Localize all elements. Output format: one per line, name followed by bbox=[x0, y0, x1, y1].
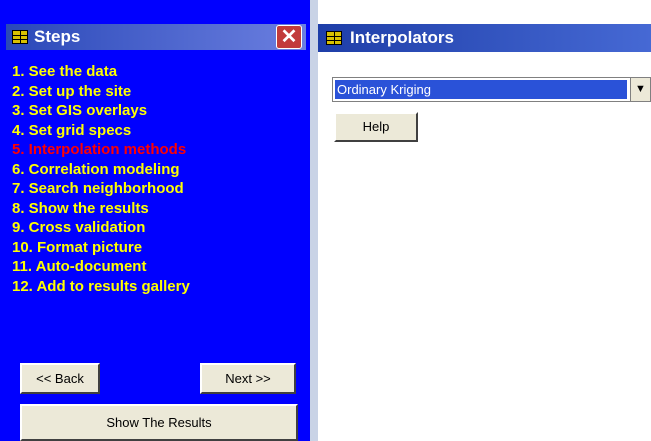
step-item[interactable]: 10. Format picture bbox=[12, 239, 190, 259]
show-results-button[interactable]: Show The Results bbox=[20, 404, 298, 441]
grid-icon bbox=[326, 31, 342, 45]
step-item[interactable]: 7. Search neighborhood bbox=[12, 180, 190, 200]
step-item[interactable]: 6. Correlation modeling bbox=[12, 161, 190, 181]
interpolator-select[interactable]: Ordinary Kriging ▼ bbox=[332, 77, 651, 102]
back-button[interactable]: << Back bbox=[20, 363, 100, 394]
interpolators-title-bar: Interpolators bbox=[318, 24, 651, 52]
chevron-down-icon[interactable]: ▼ bbox=[630, 78, 650, 101]
step-item[interactable]: 2. Set up the site bbox=[12, 83, 190, 103]
panel-divider[interactable] bbox=[310, 0, 318, 441]
steps-title: Steps bbox=[34, 27, 81, 46]
next-button[interactable]: Next >> bbox=[200, 363, 296, 394]
steps-panel: Steps ✕ 1. See the data 2. Set up the si… bbox=[0, 0, 310, 441]
step-item[interactable]: 1. See the data bbox=[12, 63, 190, 83]
step-item[interactable]: 11. Auto-document bbox=[12, 258, 190, 278]
step-item[interactable]: 8. Show the results bbox=[12, 200, 190, 220]
close-button[interactable]: ✕ bbox=[276, 25, 302, 49]
step-item[interactable]: 9. Cross validation bbox=[12, 219, 190, 239]
interpolator-select-value[interactable]: Ordinary Kriging bbox=[335, 80, 627, 99]
grid-icon bbox=[12, 30, 28, 44]
steps-title-bar: Steps ✕ bbox=[6, 24, 306, 50]
interpolators-title: Interpolators bbox=[350, 28, 454, 47]
step-item[interactable]: 5. Interpolation methods bbox=[12, 141, 190, 161]
step-item[interactable]: 4. Set grid specs bbox=[12, 122, 190, 142]
step-item[interactable]: 3. Set GIS overlays bbox=[12, 102, 190, 122]
step-item[interactable]: 12. Add to results gallery bbox=[12, 278, 190, 298]
steps-list: 1. See the data 2. Set up the site 3. Se… bbox=[12, 63, 190, 297]
help-button[interactable]: Help bbox=[334, 112, 418, 142]
